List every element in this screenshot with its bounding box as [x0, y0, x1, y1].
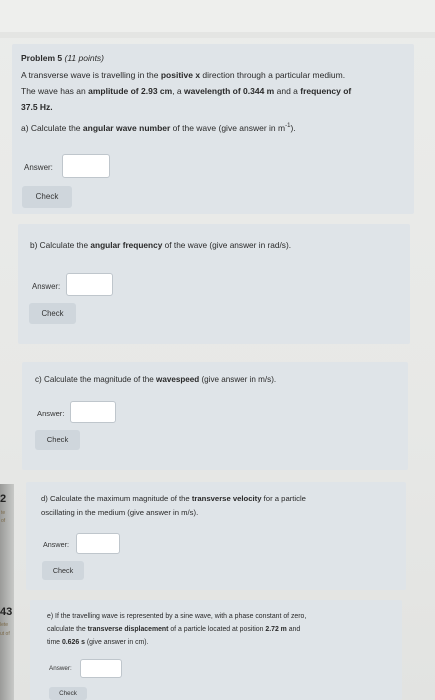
question-number-partial[interactable]: 2: [0, 493, 6, 505]
answer-input-d[interactable]: [76, 533, 120, 554]
question-number-partial[interactable]: 43: [0, 606, 12, 618]
question-text-e: e) If the travelling wave is represented…: [47, 613, 307, 620]
question-text-a: a) Calculate the angular wave number of …: [21, 122, 296, 133]
check-button-a[interactable]: Check: [22, 186, 72, 208]
answer-input-e[interactable]: [80, 659, 122, 678]
answer-input-a[interactable]: [62, 154, 110, 178]
problem-heading: Problem 5 (11 points): [21, 53, 105, 63]
top-strip: [0, 0, 435, 38]
question-status-partial: ut of: [0, 631, 10, 637]
problem-statement-line: The wave has an amplitude of 2.93 cm, a …: [21, 86, 352, 96]
answer-label: Answer:: [37, 409, 65, 418]
question-status-partial: te: [1, 510, 6, 516]
question-text-c: c) Calculate the magnitude of the wavesp…: [35, 375, 277, 384]
question-text-d: d) Calculate the maximum magnitude of th…: [41, 494, 306, 503]
left-edge-shadow: [0, 484, 14, 700]
answer-input-c[interactable]: [70, 401, 116, 423]
problem-statement-line: A transverse wave is travelling in the p…: [21, 70, 346, 80]
answer-label: Answer:: [49, 665, 72, 672]
question-text-b: b) Calculate the angular frequency of th…: [30, 240, 292, 250]
question-text-e-line3: time 0.626 s (give answer in cm).: [47, 639, 149, 646]
check-button-d[interactable]: Check: [42, 561, 84, 580]
question-status-partial: lete: [0, 622, 9, 628]
answer-label: Answer:: [24, 163, 53, 172]
question-text-e-line2: calculate the transverse displacement of…: [47, 626, 301, 633]
question-text-d-line2: oscillating in the medium (give answer i…: [41, 508, 199, 517]
answer-label: Answer:: [43, 540, 69, 549]
answer-input-b[interactable]: [66, 273, 113, 296]
answer-label: Answer:: [32, 282, 61, 291]
question-status-partial: of: [1, 518, 6, 524]
check-button-e[interactable]: Check: [49, 687, 87, 700]
check-button-c[interactable]: Check: [35, 430, 80, 450]
problem-statement-line: 37.5 Hz.: [21, 102, 53, 112]
check-button-b[interactable]: Check: [29, 303, 76, 324]
